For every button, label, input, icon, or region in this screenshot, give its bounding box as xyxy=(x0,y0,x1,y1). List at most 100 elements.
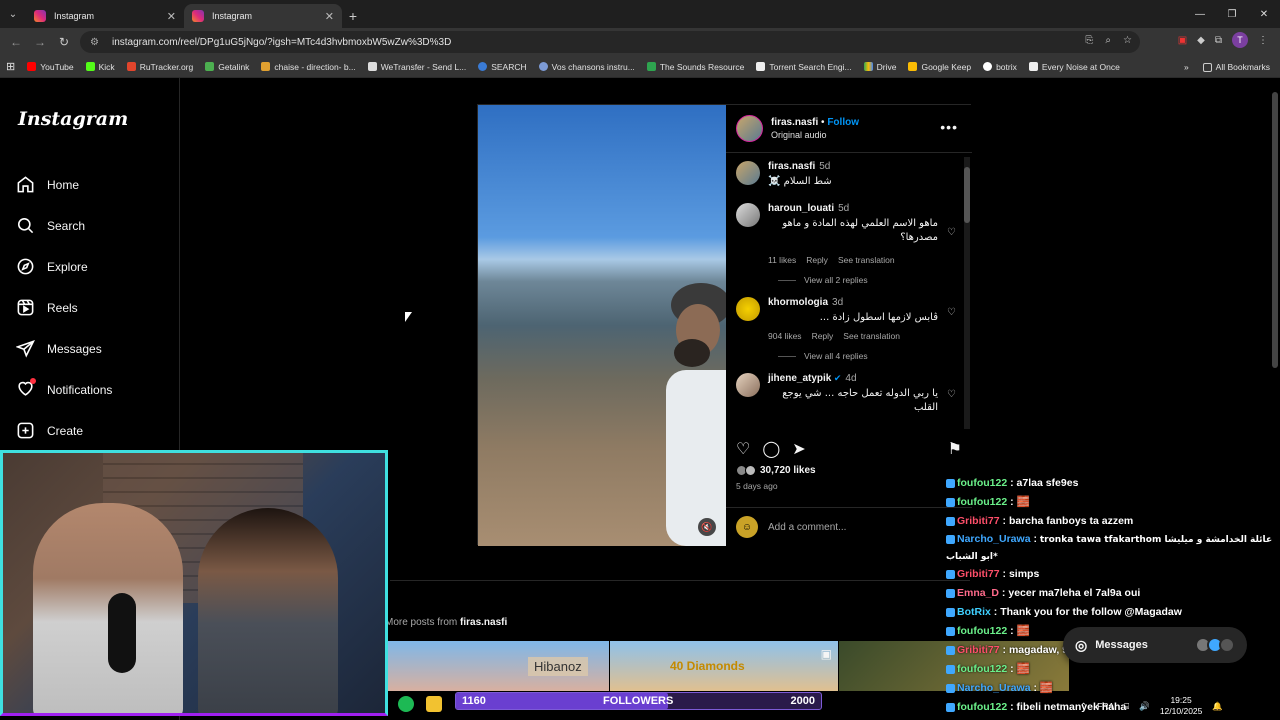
avatar[interactable] xyxy=(736,297,760,321)
sidebar-item-home[interactable]: Home xyxy=(16,164,112,205)
tab-search-button[interactable]: ⌄ xyxy=(0,0,26,28)
chat-text: barcha fanboys ta azzem xyxy=(1008,515,1134,527)
author-avatar[interactable] xyxy=(736,115,763,142)
mute-icon[interactable]: 🔇 xyxy=(698,518,716,536)
like-icon[interactable]: ♡ xyxy=(736,439,750,459)
close-tab-icon[interactable]: ✕ xyxy=(167,10,176,23)
audio-label[interactable]: Original audio xyxy=(771,130,859,140)
close-window-icon[interactable]: ✕ xyxy=(1248,0,1280,28)
browser-tab-active[interactable]: Instagram ✕ xyxy=(184,4,342,28)
new-tab-button[interactable]: + xyxy=(342,4,364,28)
tray-up-icon[interactable]: ⌃ xyxy=(1080,701,1087,712)
minimize-icon[interactable]: — xyxy=(1184,0,1216,28)
chat-badge-icon xyxy=(946,607,955,617)
more-options-icon[interactable]: ••• xyxy=(940,119,958,135)
avatar[interactable] xyxy=(736,373,760,397)
all-bookmarks-button[interactable]: All Bookmarks xyxy=(1202,62,1270,72)
back-icon[interactable]: ← xyxy=(4,35,28,49)
share-icon[interactable]: ➤ xyxy=(792,439,805,459)
browser-tab[interactable]: Instagram ✕ xyxy=(26,4,184,28)
sidebar-item-explore[interactable]: Explore xyxy=(16,246,112,287)
streamer-person-right xyxy=(198,508,338,713)
forward-icon[interactable]: → xyxy=(28,35,52,49)
system-tray: ⌃ FRA ⌸ 🔊 19:25 12/10/2025 🔔 xyxy=(1080,692,1280,720)
sidebar-item-reels[interactable]: Reels xyxy=(16,287,112,328)
chat-text: Thank you for the follow @Magadaw xyxy=(1000,606,1182,618)
reel-video[interactable]: 🔇 xyxy=(478,105,726,546)
sidebar-item-notifications[interactable]: Notifications xyxy=(16,369,112,410)
install-app-icon[interactable]: ⎘ xyxy=(1085,35,1093,46)
network-icon[interactable]: ⌸ xyxy=(1124,701,1129,712)
keyboard-layout[interactable]: FRA xyxy=(1097,701,1114,711)
bookmark-every-noise[interactable]: Every Noise at Once xyxy=(1028,62,1120,72)
file-explorer-icon[interactable] xyxy=(426,696,442,712)
notification-bell-icon[interactable]: 🔔 xyxy=(1212,701,1223,712)
save-bookmark-icon[interactable]: ⚑ xyxy=(948,439,962,459)
reply-button[interactable]: Reply xyxy=(806,255,828,265)
likes-count[interactable]: 30,720 likes xyxy=(736,465,816,476)
bookmark-youtube[interactable]: YouTube xyxy=(27,62,74,72)
extension-icon[interactable]: ▣ xyxy=(1178,35,1187,46)
bookmark-chaise[interactable]: chaise - direction- b... xyxy=(261,62,356,72)
post-thumbnail[interactable]: 40 Diamonds ▣ xyxy=(610,641,838,691)
page-scrollbar[interactable] xyxy=(1272,92,1278,368)
add-comment-input[interactable]: Add a comment... xyxy=(768,522,846,533)
bookmark-rutracker[interactable]: RuTracker.org xyxy=(126,62,193,72)
comment-icon[interactable]: ◯ xyxy=(762,439,780,459)
extensions-puzzle-icon[interactable]: ⧉ xyxy=(1215,35,1222,46)
comment-likes[interactable]: 11 likes xyxy=(768,255,796,265)
apps-grid-icon[interactable]: ⊞ xyxy=(6,60,15,73)
chat-text: 🧱 xyxy=(1016,496,1030,508)
view-replies-button[interactable]: View all 2 replies xyxy=(778,275,962,285)
zoom-icon[interactable]: ⌕ xyxy=(1105,35,1111,46)
see-translation-button[interactable]: See translation xyxy=(838,255,895,265)
clock[interactable]: 19:25 12/10/2025 xyxy=(1160,695,1203,717)
bookmark-kick[interactable]: Kick xyxy=(85,62,115,72)
reply-button[interactable]: Reply xyxy=(812,331,834,341)
comment-likes[interactable]: 904 likes xyxy=(768,331,802,341)
bookmark-torrent-search[interactable]: Torrent Search Engi... xyxy=(756,62,852,72)
view-replies-button[interactable]: View all 4 replies xyxy=(778,351,962,361)
bookmark-google-keep[interactable]: Google Keep xyxy=(908,62,971,72)
browser-toolbar: ← → ↻ ⚙ instagram.com/reel/DPg1uG5jNgo/?… xyxy=(0,28,1280,56)
like-comment-icon[interactable]: ♡ xyxy=(947,227,956,238)
bookmarks-overflow-icon[interactable]: » xyxy=(1184,62,1189,72)
avatar[interactable] xyxy=(736,203,760,227)
liker-avatar xyxy=(745,465,756,476)
spotify-icon[interactable] xyxy=(398,696,414,712)
bookmark-sounds-resource[interactable]: The Sounds Resource xyxy=(646,62,744,72)
see-translation-button[interactable]: See translation xyxy=(843,331,900,341)
like-comment-icon[interactable]: ♡ xyxy=(947,389,956,400)
more-posts-username[interactable]: firas.nasfi xyxy=(460,617,507,628)
instagram-logo[interactable]: Instagram xyxy=(18,108,128,130)
bookmark-wetransfer[interactable]: WeTransfer - Send L... xyxy=(367,62,466,72)
emoji-icon[interactable]: ☺ xyxy=(736,516,758,538)
volume-icon[interactable]: 🔊 xyxy=(1139,701,1150,712)
author-username[interactable]: firas.nasfi xyxy=(771,117,818,128)
sidebar-item-create[interactable]: Create xyxy=(16,410,112,451)
avatar[interactable] xyxy=(736,161,760,185)
sidebar-item-search[interactable]: Search xyxy=(16,205,112,246)
bookmark-star-icon[interactable]: ☆ xyxy=(1123,35,1132,46)
chat-separator: : xyxy=(990,606,1001,618)
site-info-icon[interactable]: ⚙ xyxy=(90,37,104,48)
address-bar[interactable]: ⚙ instagram.com/reel/DPg1uG5jNgo/?igsh=M… xyxy=(80,31,1140,53)
profile-avatar[interactable]: T xyxy=(1232,32,1248,48)
bookmark-drive[interactable]: Drive xyxy=(863,62,896,72)
bookmark-vos-chansons[interactable]: Vos chansons instru... xyxy=(538,62,635,72)
bookmark-getalink[interactable]: Getalink xyxy=(205,62,249,72)
post-thumbnail[interactable]: Hibanoz xyxy=(388,641,609,691)
extension-icon[interactable]: ◆ xyxy=(1197,35,1205,46)
close-tab-icon[interactable]: ✕ xyxy=(325,10,334,23)
follow-button[interactable]: Follow xyxy=(827,117,859,128)
bookmark-botrix[interactable]: botrix xyxy=(983,62,1017,72)
like-comment-icon[interactable]: ♡ xyxy=(947,307,956,318)
restore-icon[interactable]: ❐ xyxy=(1216,0,1248,28)
bookmark-search[interactable]: SEARCH xyxy=(478,62,527,72)
chat-separator: : xyxy=(1007,625,1017,637)
comments-scrollbar[interactable] xyxy=(964,157,970,429)
sidebar-item-messages[interactable]: Messages xyxy=(16,328,112,369)
browser-menu-icon[interactable]: ⋮ xyxy=(1258,35,1268,46)
reload-icon[interactable]: ↻ xyxy=(52,35,76,49)
messages-floating-button[interactable]: ◎ Messages xyxy=(1063,627,1247,663)
